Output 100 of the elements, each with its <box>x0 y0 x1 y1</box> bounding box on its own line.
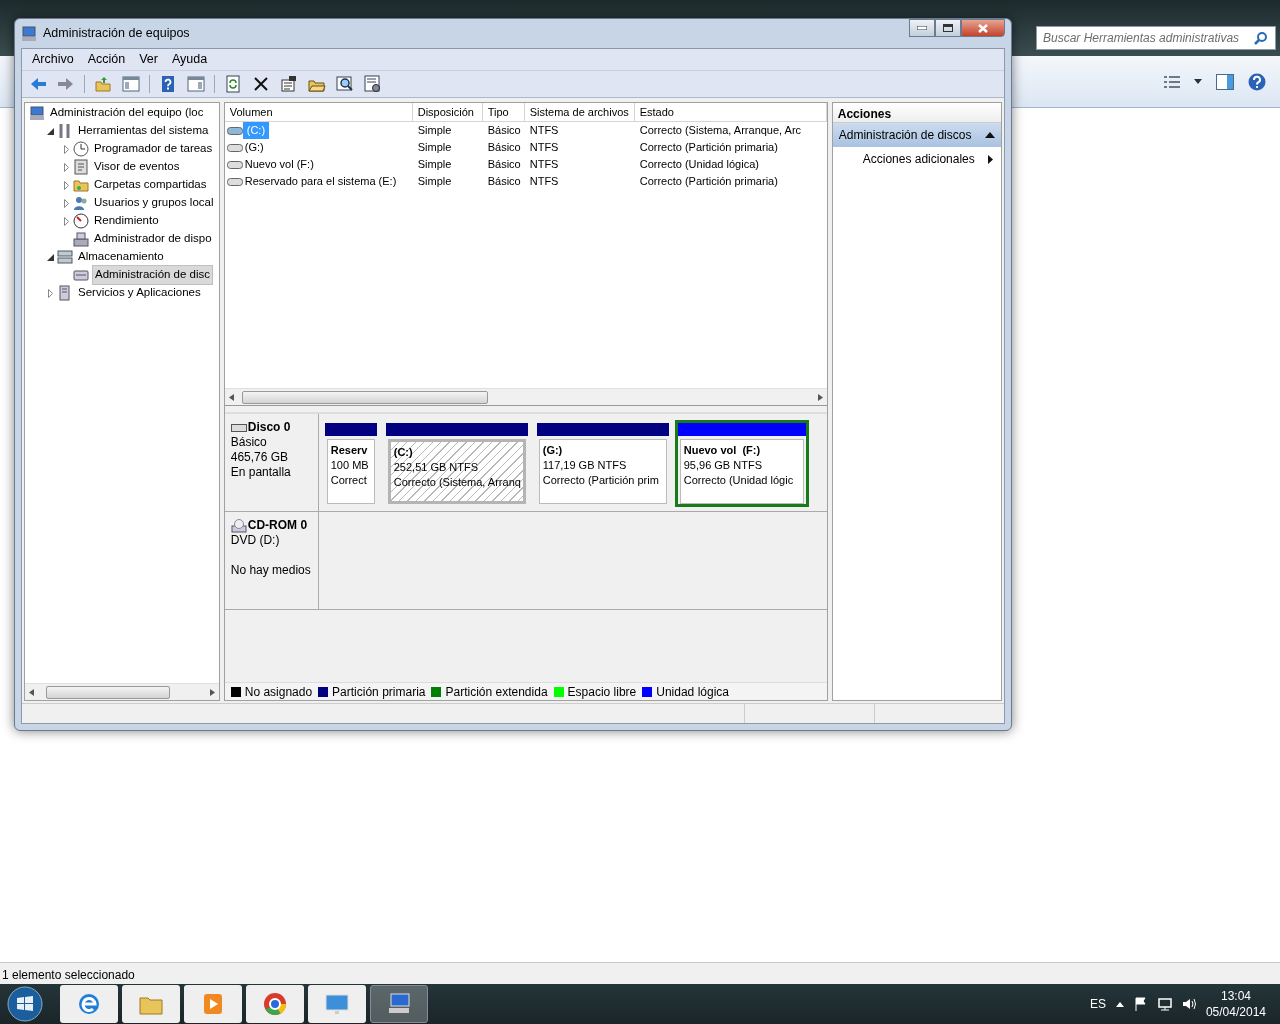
tree-pane-button[interactable] <box>119 73 143 95</box>
minimize-icon <box>917 26 927 30</box>
taskbar-button[interactable] <box>60 985 118 1023</box>
tree-item[interactable]: Herramientas del sistema <box>76 122 211 140</box>
menu-item[interactable]: Acción <box>81 49 132 70</box>
menu-item[interactable]: Ayuda <box>166 49 214 70</box>
properties-icon <box>280 75 298 93</box>
scroll-right-icon[interactable] <box>209 688 215 696</box>
computer-management-icon <box>21 25 37 42</box>
scrollbar-thumb[interactable] <box>46 685 170 699</box>
partition-block[interactable]: Reserv 100 MB Correct <box>326 439 375 504</box>
dropdown-caret-icon[interactable] <box>1194 79 1202 84</box>
services-icon <box>57 285 73 301</box>
collapsed-arrow-icon[interactable] <box>63 216 69 226</box>
tree-item[interactable]: Carpetas compartidas <box>92 176 209 194</box>
menu-item[interactable]: Archivo <box>26 49 80 70</box>
tree-item[interactable]: Programador de tareas <box>92 140 215 158</box>
collapsed-arrow-icon[interactable] <box>63 162 69 172</box>
preview-pane-icon[interactable] <box>1216 73 1234 90</box>
horizontal-scrollbar[interactable] <box>25 683 219 700</box>
taskbar-button[interactable] <box>184 985 242 1023</box>
up-arrow-icon[interactable] <box>1115 1001 1124 1007</box>
tree-item[interactable]: Almacenamiento <box>76 248 166 266</box>
close-button[interactable] <box>961 19 1005 37</box>
scroll-left-icon[interactable] <box>29 688 34 696</box>
taskbar-button[interactable] <box>308 985 366 1023</box>
collapsed-arrow-icon[interactable] <box>63 198 69 208</box>
language-indicator[interactable]: ES <box>1089 995 1106 1013</box>
partition-label: Nuevo vol (F:) <box>683 443 762 458</box>
tree-item[interactable]: Servicios y Aplicaciones <box>76 284 203 302</box>
maximize-icon <box>943 24 953 32</box>
table-cell[interactable]: Nuevo vol (F:) <box>242 156 314 173</box>
cd-drive-icon <box>230 518 247 533</box>
scroll-right-icon[interactable] <box>817 393 823 401</box>
column-header[interactable]: Volumen <box>224 103 413 121</box>
partition-size: 95,96 GB NTFS <box>683 458 763 473</box>
actions-section-header[interactable]: Administración de discos <box>832 123 1001 147</box>
scroll-left-icon[interactable] <box>228 393 234 401</box>
help-icon[interactable] <box>1248 72 1266 91</box>
table-cell-text: Correcto (Unidad lógica) <box>638 157 760 173</box>
tree-item[interactable]: Rendimiento <box>92 212 161 230</box>
expanded-arrow-icon[interactable] <box>46 127 54 135</box>
table-cell-text: Simple <box>416 123 453 139</box>
action-item[interactable]: Acciones adicionales <box>832 147 1001 171</box>
tree-item[interactable]: Administración del equipo (loc <box>48 104 206 122</box>
taskbar-button[interactable] <box>370 985 428 1023</box>
speaker-icon[interactable] <box>1181 997 1196 1011</box>
table-cell-text: Básico <box>486 123 522 139</box>
drive-icon <box>226 176 243 187</box>
collapsed-arrow-icon[interactable] <box>63 180 69 190</box>
legend-label: Partición primaria <box>332 684 426 699</box>
taskbar-button[interactable] <box>246 985 304 1023</box>
magnifier-icon <box>336 75 354 93</box>
column-header[interactable]: Estado <box>634 103 827 121</box>
partition-block[interactable]: (C:) 252,51 GB NTFS Correcto (Sistema, Arranq <box>387 439 526 504</box>
partition-status: Correcto (Partición prim <box>542 473 660 488</box>
table-cell-text: NTFS <box>528 174 560 190</box>
computer-icon <box>29 105 45 121</box>
table-cell-text: Básico <box>486 174 522 190</box>
table-cell-text: NTFS <box>528 157 560 173</box>
column-header[interactable]: Sistema de archivos <box>524 103 635 121</box>
tree-item[interactable]: Visor de eventos <box>92 158 182 176</box>
view-options-icon[interactable] <box>1164 74 1180 89</box>
column-header[interactable]: Tipo <box>482 103 525 121</box>
table-cell[interactable]: (G:) <box>242 139 264 156</box>
menu-item[interactable]: Ver <box>133 49 164 70</box>
expanded-arrow-icon[interactable] <box>46 253 54 261</box>
search-field[interactable]: Buscar Herramientas administrativas <box>1036 26 1276 50</box>
action-pane-icon <box>187 75 205 93</box>
scrollbar-thumb[interactable] <box>241 390 488 404</box>
window-title: Administración de equipos <box>43 25 190 43</box>
collapsed-arrow-icon[interactable] <box>47 288 53 298</box>
disk-info: Básico <box>230 435 268 450</box>
maximize-button[interactable] <box>935 19 961 37</box>
storage-icon <box>57 249 73 265</box>
gauge-icon <box>73 213 89 229</box>
minimize-button[interactable] <box>909 19 935 37</box>
horizontal-scrollbar[interactable] <box>224 388 827 405</box>
forward-arrow-icon <box>57 75 75 93</box>
partition-block[interactable]: (G:) 117,19 GB NTFS Correcto (Partición prim <box>538 439 667 504</box>
table-cell[interactable]: Reservado para el sistema (E:) <box>242 173 397 190</box>
users-icon <box>73 195 89 211</box>
table-cell-text: Correcto (Sistema, Arranque, Arc <box>638 123 803 139</box>
tree-item[interactable]: Administrador de dispo <box>92 230 214 248</box>
folder-up-icon <box>94 75 112 93</box>
tree-item[interactable]: Usuarios y grupos local <box>92 194 216 212</box>
tree-item[interactable]: Administración de disc <box>92 265 214 285</box>
disk-info: DVD (D:) <box>230 533 281 548</box>
help-book-icon <box>159 75 177 93</box>
partition-block[interactable]: Nuevo vol (F:) 95,96 GB NTFS Correcto (Unidad lógic <box>679 439 804 504</box>
collapsed-arrow-icon[interactable] <box>63 144 69 154</box>
legend-label: Partición extendida <box>445 684 548 699</box>
start-orb-icon[interactable] <box>6 985 44 1023</box>
shared-folder-icon <box>73 177 89 193</box>
network-icon[interactable] <box>1157 997 1172 1011</box>
action-pane-button[interactable] <box>184 73 208 95</box>
partition-size: 117,19 GB NTFS <box>542 458 628 473</box>
partition-status: Correct <box>330 473 368 488</box>
flag-icon[interactable] <box>1133 997 1148 1011</box>
column-header[interactable]: Disposición <box>412 103 483 121</box>
